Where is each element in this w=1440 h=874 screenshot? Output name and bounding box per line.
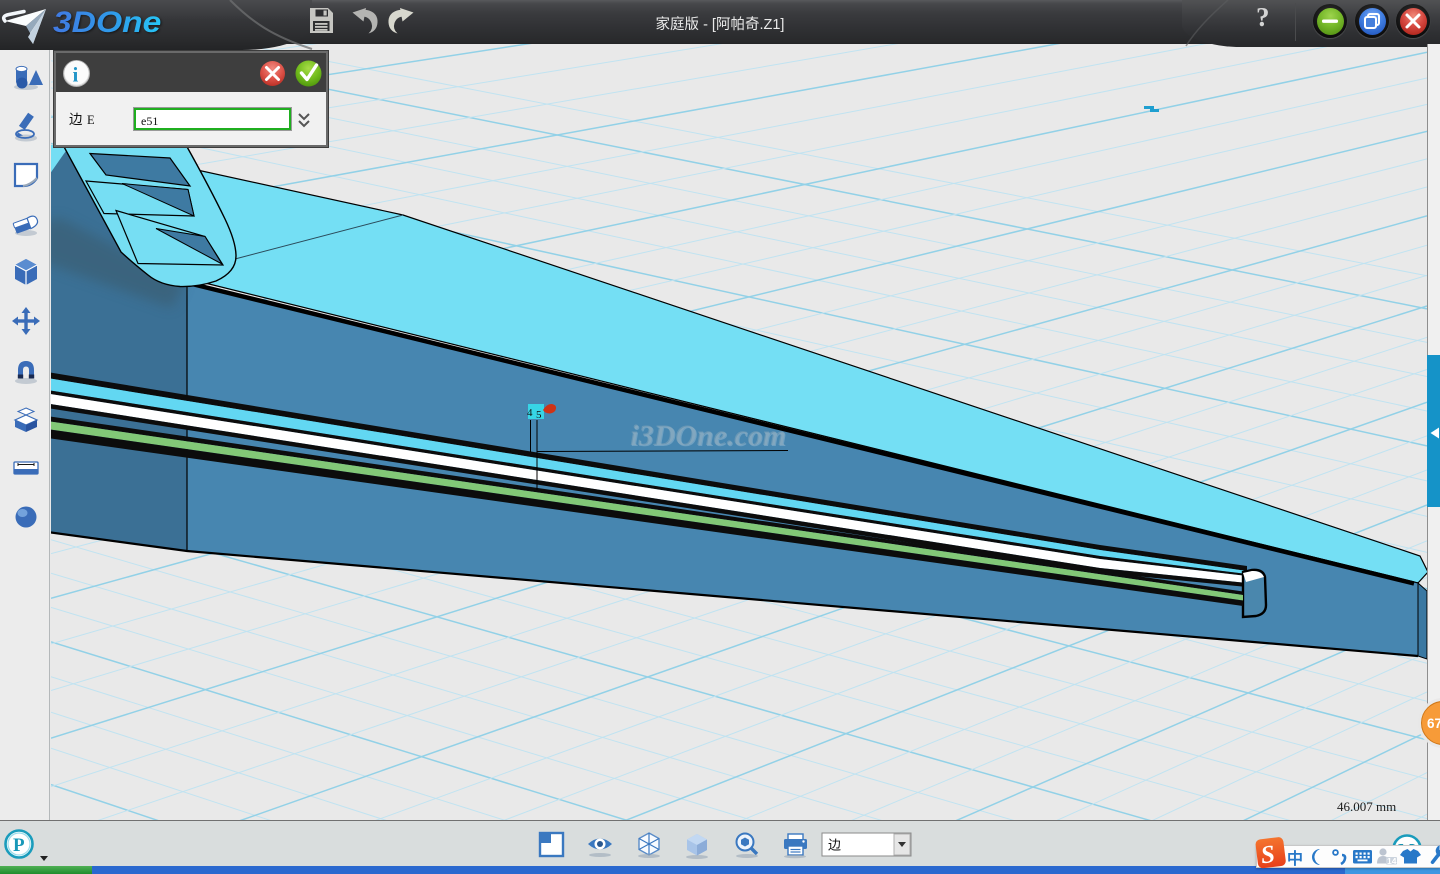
svg-text:5: 5	[536, 409, 542, 421]
svg-text:46.007 mm: 46.007 mm	[1337, 799, 1396, 814]
svg-text:14: 14	[1387, 856, 1397, 866]
svg-text:i3DOne.com: i3DOne.com	[630, 419, 786, 452]
svg-text:边: 边	[828, 838, 841, 853]
svg-text:中: 中	[1287, 849, 1303, 868]
svg-text:边: 边	[69, 112, 83, 127]
svg-text:4: 4	[527, 407, 533, 419]
svg-text:i: i	[73, 63, 79, 87]
svg-text:P: P	[13, 835, 25, 856]
svg-text:E: E	[87, 113, 95, 127]
